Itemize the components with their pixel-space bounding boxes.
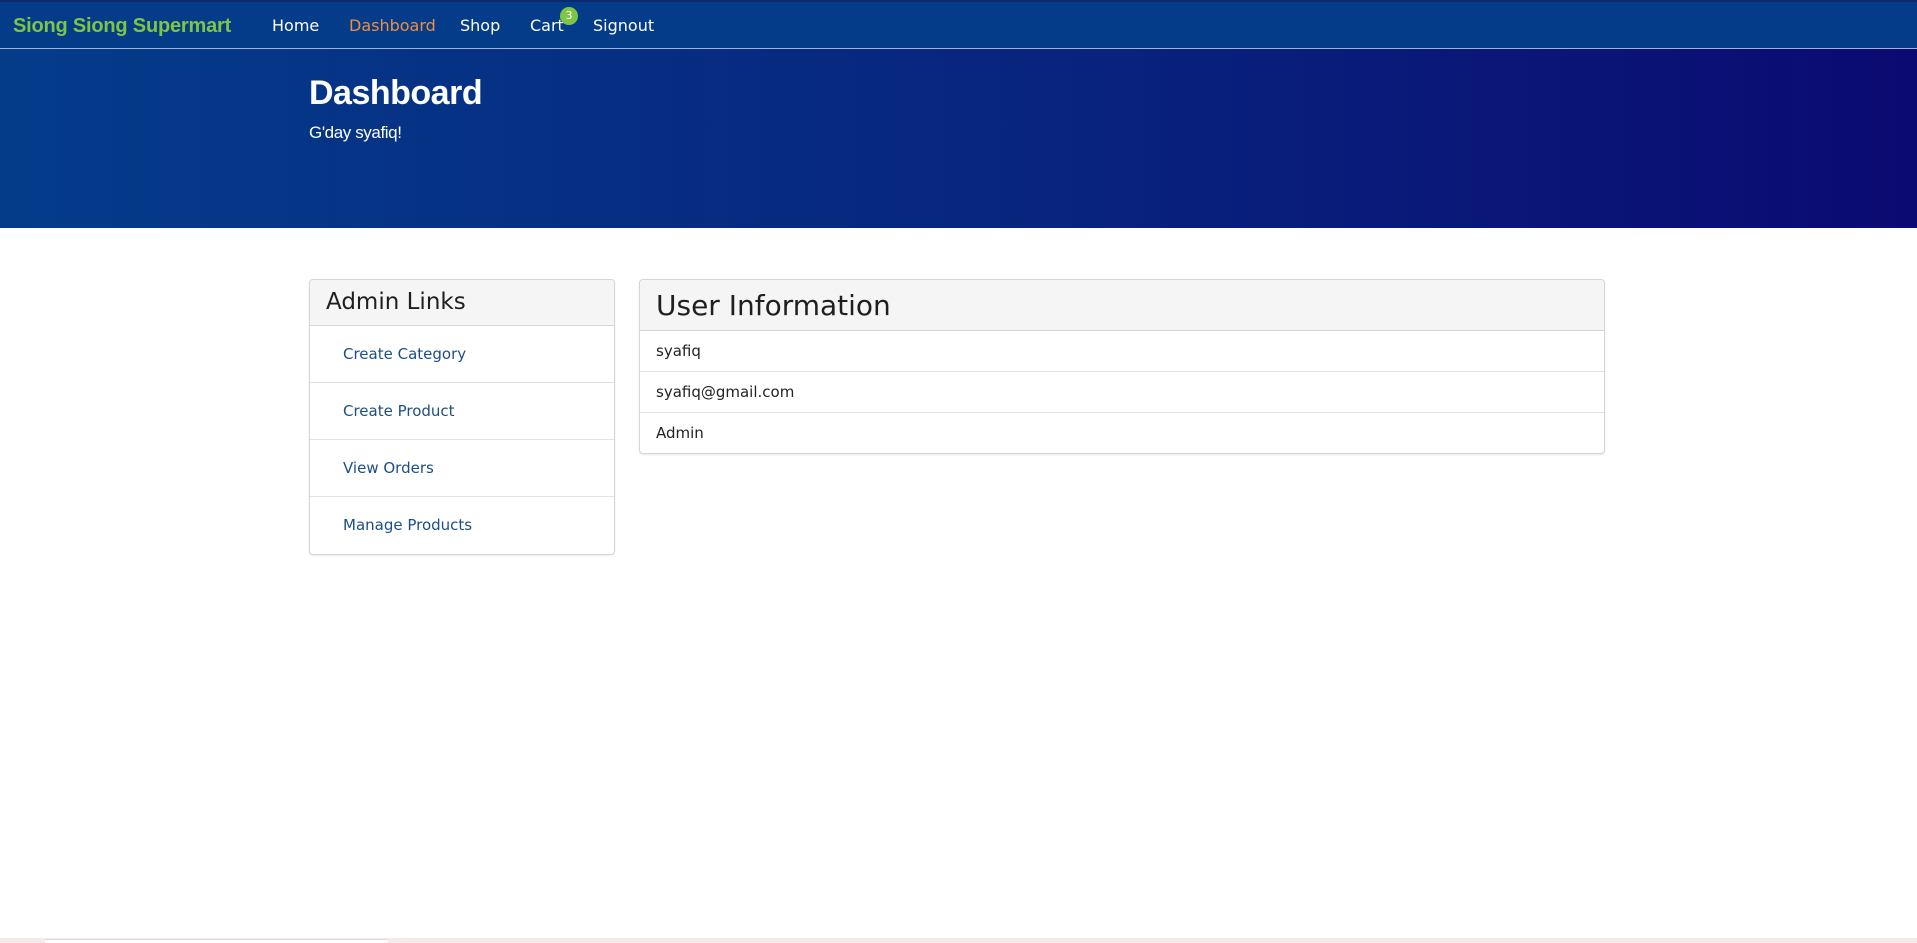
admin-links-title: Admin Links [310,280,614,326]
user-information-title: User Information [640,280,1604,331]
create-category-link[interactable]: Create Category [310,326,614,383]
nav-dashboard-link[interactable]: Dashboard [349,16,436,35]
cart-count-badge: 3 [560,7,578,25]
brand-logo-link[interactable]: Siong Siong Supermart [13,15,231,38]
top-navbar: Siong Siong Supermart Home Dashboard Sho… [0,0,1917,49]
create-product-link[interactable]: Create Product [310,383,614,440]
dashboard-banner: Dashboard G'day syafiq! [0,49,1917,228]
nav-home-link[interactable]: Home [272,16,319,35]
nav-signout-link[interactable]: Signout [593,16,654,35]
manage-products-link[interactable]: Manage Products [310,497,614,554]
user-role-row: Admin [656,424,704,442]
nav-cart-link[interactable]: Cart [530,16,564,35]
view-orders-link[interactable]: View Orders [310,440,614,497]
user-information-card: User Information syafiq syafiq@gmail.com… [639,279,1605,454]
page-title: Dashboard [309,74,483,112]
bottom-edge-tab [45,939,388,943]
admin-links-card: Admin Links Create Category Create Produ… [309,279,615,555]
greeting-text: G'day syafiq! [309,123,402,142]
user-email-row: syafiq@gmail.com [640,372,1604,413]
nav-shop-link[interactable]: Shop [460,16,500,35]
user-name-row: syafiq [640,331,1604,372]
